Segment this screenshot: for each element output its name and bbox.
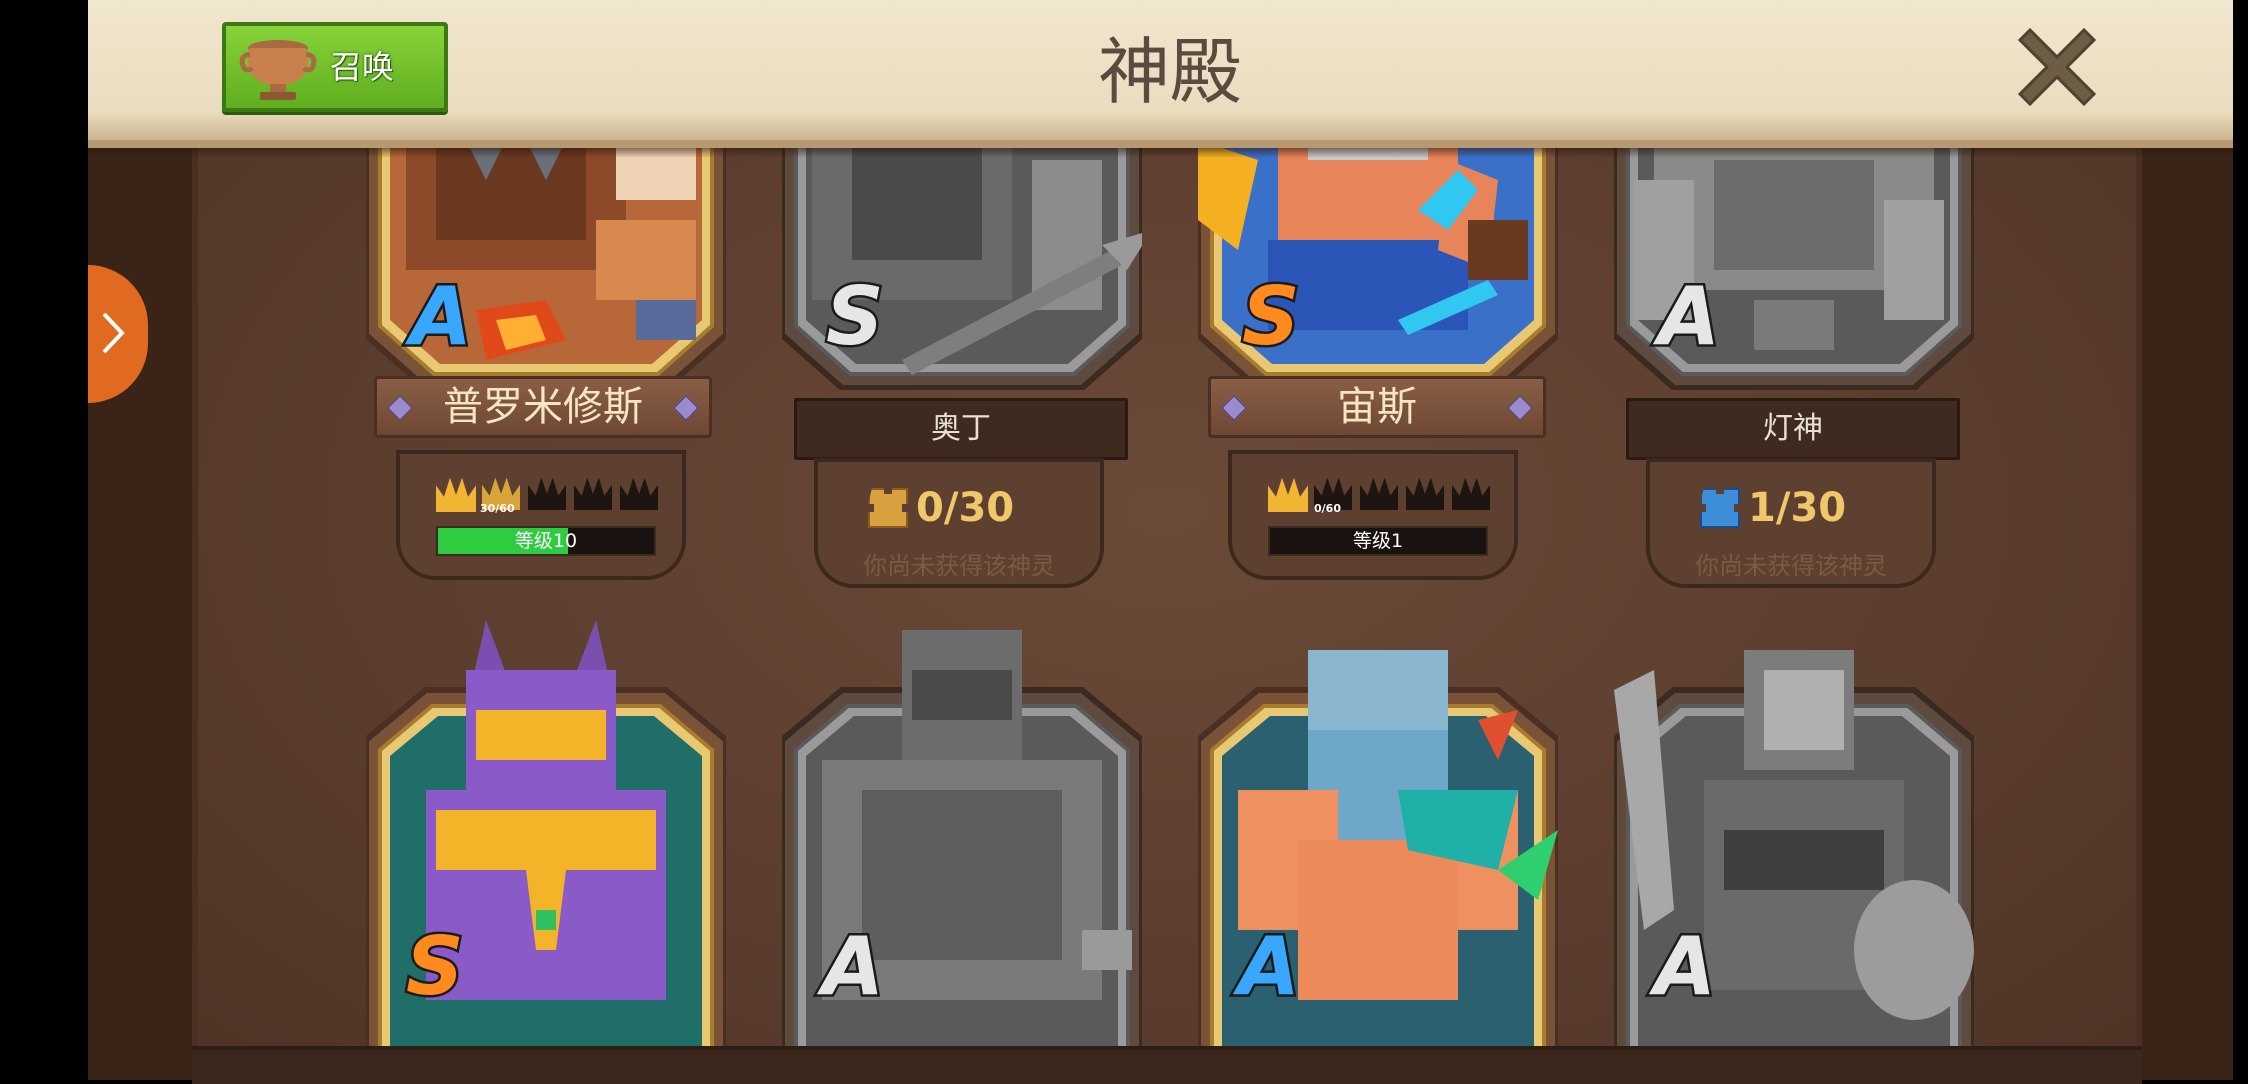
plate-diamond-right: [1507, 395, 1533, 421]
god-name-plate: 奥丁: [794, 398, 1128, 460]
grade-badge-a: A: [1652, 918, 1719, 1016]
header-shadow: [88, 148, 2233, 158]
god-card-gray-1[interactable]: A: [782, 610, 1142, 1050]
grade-badge-a: A: [408, 268, 475, 366]
god-stats-box: 30/60 等级10: [396, 450, 686, 580]
level-progress-bar: 等级1: [1268, 526, 1488, 556]
chevron-right-icon: [102, 312, 125, 354]
puzzle-fragment-icon: [1700, 488, 1740, 528]
crown-icon-empty: [574, 477, 612, 510]
fragment-row: 0/30: [868, 482, 1058, 534]
left-letterbox: [0, 0, 88, 1080]
level-label: 等级1: [1352, 530, 1404, 552]
close-x-icon: [2017, 27, 2097, 107]
star-fragment-count: 0/60: [1314, 502, 1341, 515]
crown-icon-filled: [436, 477, 476, 512]
crown-icon-empty: [528, 477, 566, 510]
crown-icon-empty: [1406, 477, 1444, 510]
fragment-count: 0/30: [916, 485, 1015, 531]
crown-icon-empty: [1360, 477, 1398, 510]
god-name: 奥丁: [931, 411, 991, 446]
god-name: 灯神: [1763, 411, 1823, 446]
plate-diamond-left: [387, 395, 413, 421]
god-stats-box: 0/60 等级1: [1228, 450, 1518, 580]
grade-badge-s: S: [404, 918, 467, 1016]
god-name: 普罗米修斯: [443, 384, 643, 430]
god-name-plate: 宙斯: [1208, 376, 1546, 438]
page-title: 神殿: [1097, 30, 1242, 114]
grade-badge-s: S: [1240, 268, 1303, 366]
god-card-anubis[interactable]: S: [366, 610, 726, 1050]
star-fragment-count: 30/60: [480, 502, 515, 515]
crown-icon-empty: [1452, 477, 1490, 510]
god-stats-box: 1/30 你尚未获得该神灵: [1646, 458, 1936, 588]
unowned-note: 你尚未获得该神灵: [863, 552, 1055, 580]
god-card-poseidon[interactable]: A: [1198, 610, 1558, 1050]
summon-label: 召唤: [330, 48, 395, 86]
plate-diamond-left: [1221, 395, 1247, 421]
god-card-gray-2[interactable]: A: [1614, 610, 1974, 1050]
stage: A 普罗米修斯 30/60 等级10 S 奥丁 0/30 你尚未获得该神灵 S …: [0, 0, 2248, 1084]
grade-badge-a: A: [1236, 918, 1303, 1016]
summon-button[interactable]: 召唤: [222, 22, 448, 112]
fragment-count: 1/30: [1748, 485, 1847, 531]
god-stats-box: 0/30 你尚未获得该神灵: [814, 458, 1104, 588]
trophy-urn-icon: [239, 40, 317, 100]
fragment-row: 1/30: [1700, 482, 1890, 534]
god-name-plate: 灯神: [1626, 398, 1960, 460]
level-label: 等级10: [514, 530, 578, 552]
crown-icon-filled: [1268, 477, 1308, 512]
god-name: 宙斯: [1337, 384, 1417, 430]
panel-bottom-rim: [192, 1046, 2142, 1084]
unowned-note: 你尚未获得该神灵: [1695, 552, 1887, 580]
right-letterbox: [2233, 0, 2248, 1080]
level-progress-bar: 等级10: [436, 526, 656, 556]
grade-badge-s: S: [824, 268, 887, 366]
god-name-plate: 普罗米修斯: [374, 376, 712, 438]
close-button[interactable]: [2008, 18, 2106, 116]
crown-icon-empty: [620, 477, 658, 510]
grade-badge-a: A: [1656, 268, 1723, 366]
plate-diamond-right: [673, 395, 699, 421]
puzzle-fragment-icon: [868, 488, 908, 528]
grade-badge-a: A: [820, 918, 887, 1016]
